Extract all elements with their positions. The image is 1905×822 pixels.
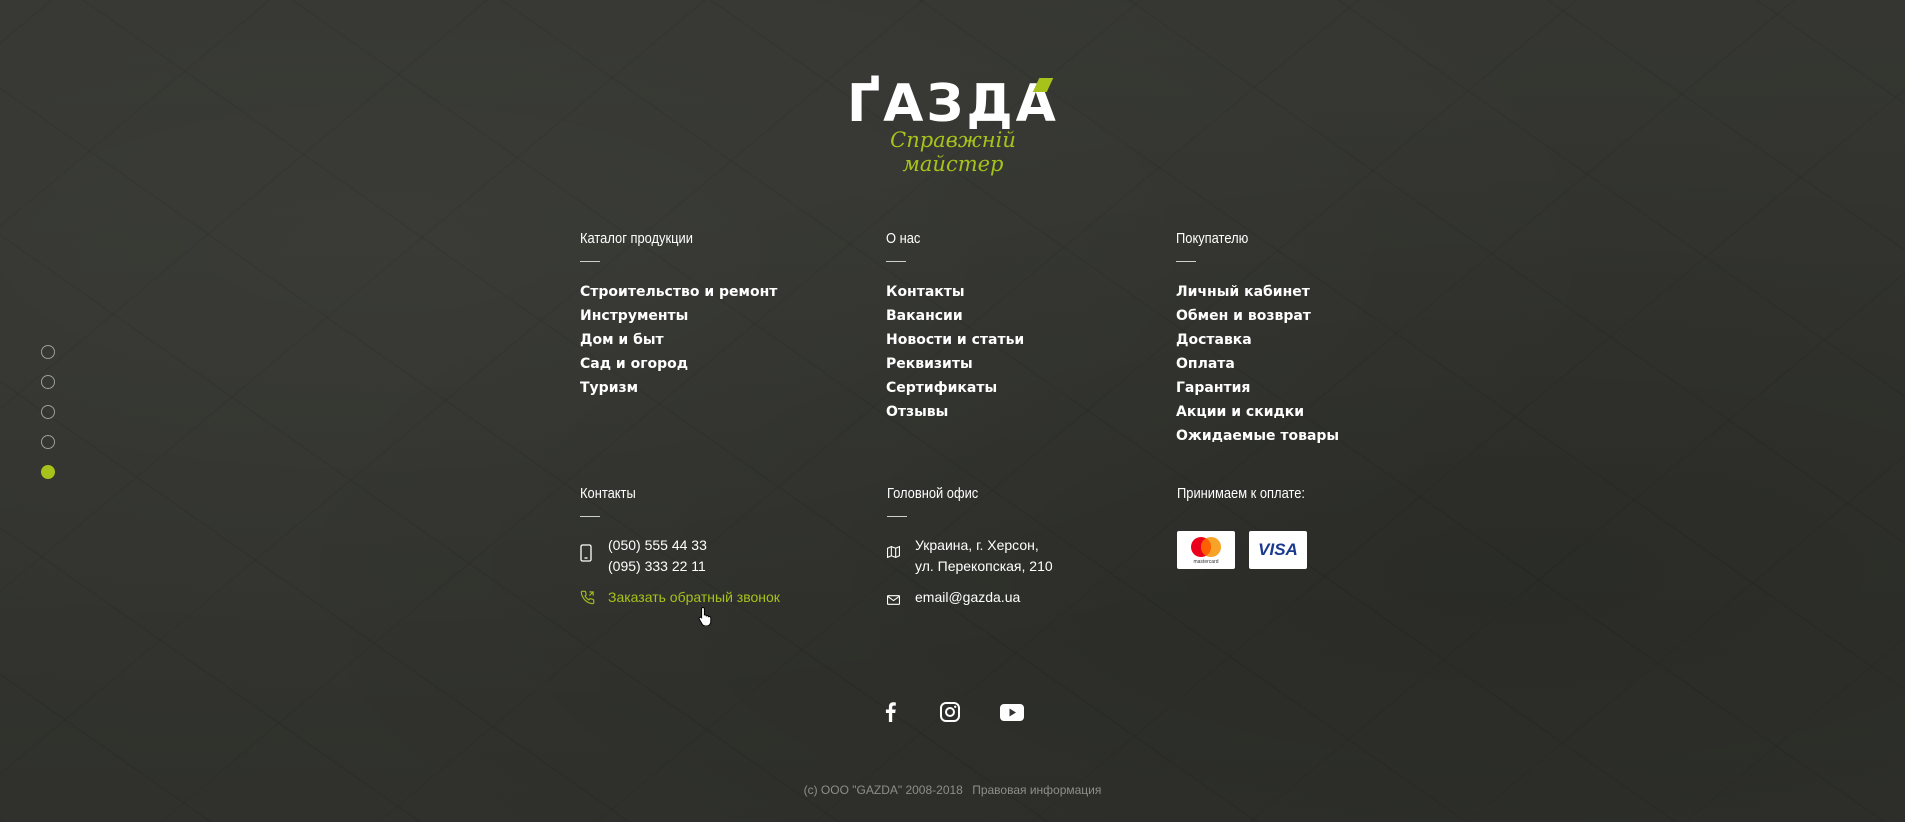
email-link[interactable]: email@gazda.ua [915, 587, 1020, 608]
brand-name: ҐАЗДА [847, 74, 1059, 134]
contacts-block: Контакты (050) 555 44 33 (095) 333 22 11… [580, 485, 780, 620]
mail-icon [887, 592, 901, 610]
contacts-title: Контакты [580, 485, 636, 502]
address-line-1: Украина, г. Херсон, [915, 537, 1039, 553]
copyright-text: (c) ООО "GAZDA" 2008-2018 [803, 783, 963, 797]
title-divider [580, 261, 600, 262]
buyer-column: Покупателю Личный кабинет Обмен и возвра… [1176, 230, 1339, 448]
catalog-link-garden[interactable]: Сад и огород [580, 352, 777, 376]
social-links [880, 700, 1024, 724]
buyer-link-returns[interactable]: Обмен и возврат [1176, 304, 1339, 328]
title-divider [1176, 261, 1196, 262]
payment-block: Принимаем к оплате: mastercard VISA [1177, 485, 1326, 569]
phone-number-1[interactable]: (050) 555 44 33 [608, 535, 707, 556]
address-line-2: ул. Перекопская, 210 [915, 558, 1053, 574]
catalog-link-tools[interactable]: Инструменты [580, 304, 777, 328]
about-link-certificates[interactable]: Сертификаты [886, 376, 1024, 400]
mobile-phone-icon [580, 544, 594, 567]
slide-dot-5-active[interactable] [41, 465, 55, 479]
callback-link[interactable]: Заказать обратный звонок [608, 587, 780, 608]
slide-pagination [41, 345, 55, 495]
payment-title: Принимаем к оплате: [1177, 485, 1305, 502]
catalog-link-tourism[interactable]: Туризм [580, 376, 777, 400]
buyer-title: Покупателю [1176, 230, 1249, 247]
visa-logo: VISA [1249, 531, 1307, 569]
phone-number-2[interactable]: (095) 333 22 11 [608, 556, 707, 577]
payment-cards: mastercard VISA [1177, 531, 1326, 569]
buyer-link-account[interactable]: Личный кабинет [1176, 280, 1339, 304]
address-row: Украина, г. Херсон, ул. Перекопская, 210 [887, 535, 1053, 577]
facebook-icon[interactable] [880, 700, 900, 724]
slide-dot-1[interactable] [41, 345, 55, 359]
about-link-requisites[interactable]: Реквизиты [886, 352, 1024, 376]
about-column: О нас Контакты Вакансии Новости и статьи… [886, 230, 1024, 424]
title-divider [886, 261, 906, 262]
office-title: Головной офис [887, 485, 979, 502]
buyer-link-expected-goods[interactable]: Ожидаемые товары [1176, 424, 1339, 448]
buyer-link-payment[interactable]: Оплата [1176, 352, 1339, 376]
buyer-link-delivery[interactable]: Доставка [1176, 328, 1339, 352]
buyer-link-warranty[interactable]: Гарантия [1176, 376, 1339, 400]
slide-dot-2[interactable] [41, 375, 55, 389]
office-block: Головной офис Украина, г. Херсон, ул. Пе… [887, 485, 1053, 620]
brand-tagline: Справжній майстер [890, 128, 1016, 176]
about-link-vacancies[interactable]: Вакансии [886, 304, 1024, 328]
callback-row[interactable]: Заказать обратный звонок [580, 587, 780, 610]
slide-dot-4[interactable] [41, 435, 55, 449]
slide-dot-3[interactable] [41, 405, 55, 419]
catalog-title: Каталог продукции [580, 230, 693, 247]
about-link-reviews[interactable]: Отзывы [886, 400, 1024, 424]
instagram-icon[interactable] [940, 700, 960, 724]
phones-row: (050) 555 44 33 (095) 333 22 11 [580, 535, 780, 577]
phone-callback-icon [580, 590, 595, 610]
mastercard-logo: mastercard [1177, 531, 1235, 569]
about-link-contacts[interactable]: Контакты [886, 280, 1024, 304]
catalog-column: Каталог продукции Строительство и ремонт… [580, 230, 777, 400]
about-link-news[interactable]: Новости и статьи [886, 328, 1024, 352]
title-divider [580, 516, 600, 517]
about-title: О нас [886, 230, 921, 247]
hand-cursor-icon [698, 606, 714, 631]
brand-logo[interactable]: ҐАЗДА Справжній майстер [838, 74, 1068, 176]
catalog-link-construction[interactable]: Строительство и ремонт [580, 280, 777, 304]
title-divider [887, 516, 907, 517]
legal-info-link[interactable]: Правовая информация [972, 783, 1101, 797]
map-icon [887, 545, 901, 563]
copyright-bar: (c) ООО "GAZDA" 2008-2018 Правовая инфор… [0, 783, 1905, 797]
catalog-link-home[interactable]: Дом и быт [580, 328, 777, 352]
youtube-icon[interactable] [1000, 700, 1024, 724]
email-row: email@gazda.ua [887, 587, 1053, 610]
buyer-link-promotions[interactable]: Акции и скидки [1176, 400, 1339, 424]
